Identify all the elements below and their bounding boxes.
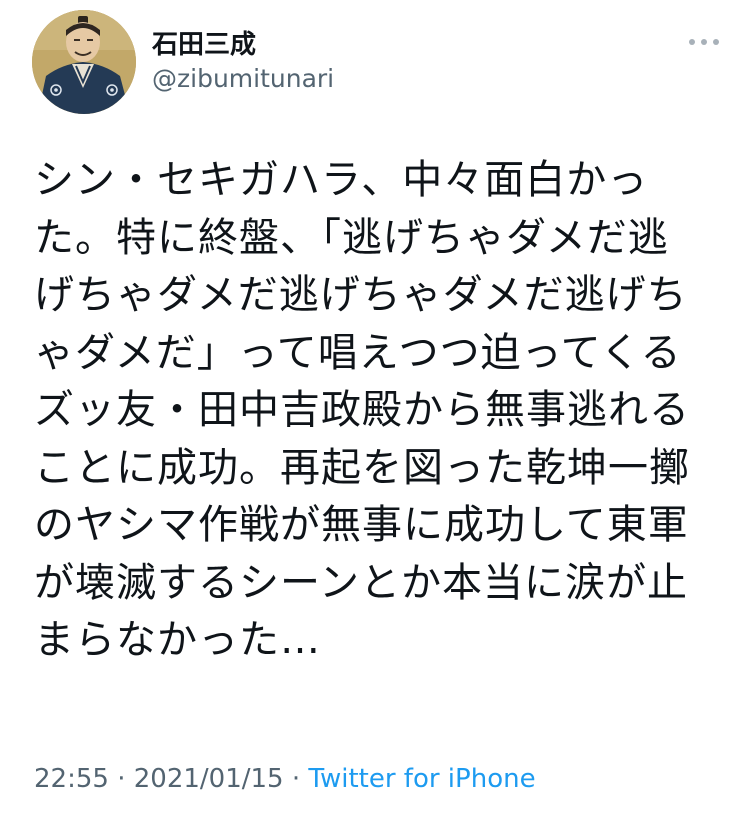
avatar[interactable] <box>32 10 136 114</box>
tweet-meta: 22:55 · 2021/01/15 · Twitter for iPhone <box>34 762 536 796</box>
more-options-button[interactable] <box>686 32 722 52</box>
meta-separator-2: · <box>283 764 309 794</box>
author-names: 石田三成 @zibumitunari <box>152 28 334 96</box>
display-name[interactable]: 石田三成 <box>152 28 334 62</box>
tweet-time[interactable]: 22:55 <box>34 764 109 794</box>
samurai-portrait-avatar-icon <box>32 10 136 114</box>
more-horizontal-icon <box>689 39 719 45</box>
tweet-text: シン・セキガハラ、中々面白かっ た。特に終盤、「逃げちゃダメだ逃 げちゃダメだ逃… <box>34 157 690 663</box>
meta-separator: · <box>108 764 134 794</box>
tweet: 石田三成 @zibumitunari シン・セキガハラ、中々面白かっ た。特に終… <box>0 0 750 821</box>
user-handle[interactable]: @zibumitunari <box>152 62 334 96</box>
tweet-source-link[interactable]: Twitter for iPhone <box>308 764 535 794</box>
tweet-header: 石田三成 @zibumitunari <box>32 10 722 114</box>
tweet-date[interactable]: 2021/01/15 <box>134 764 284 794</box>
